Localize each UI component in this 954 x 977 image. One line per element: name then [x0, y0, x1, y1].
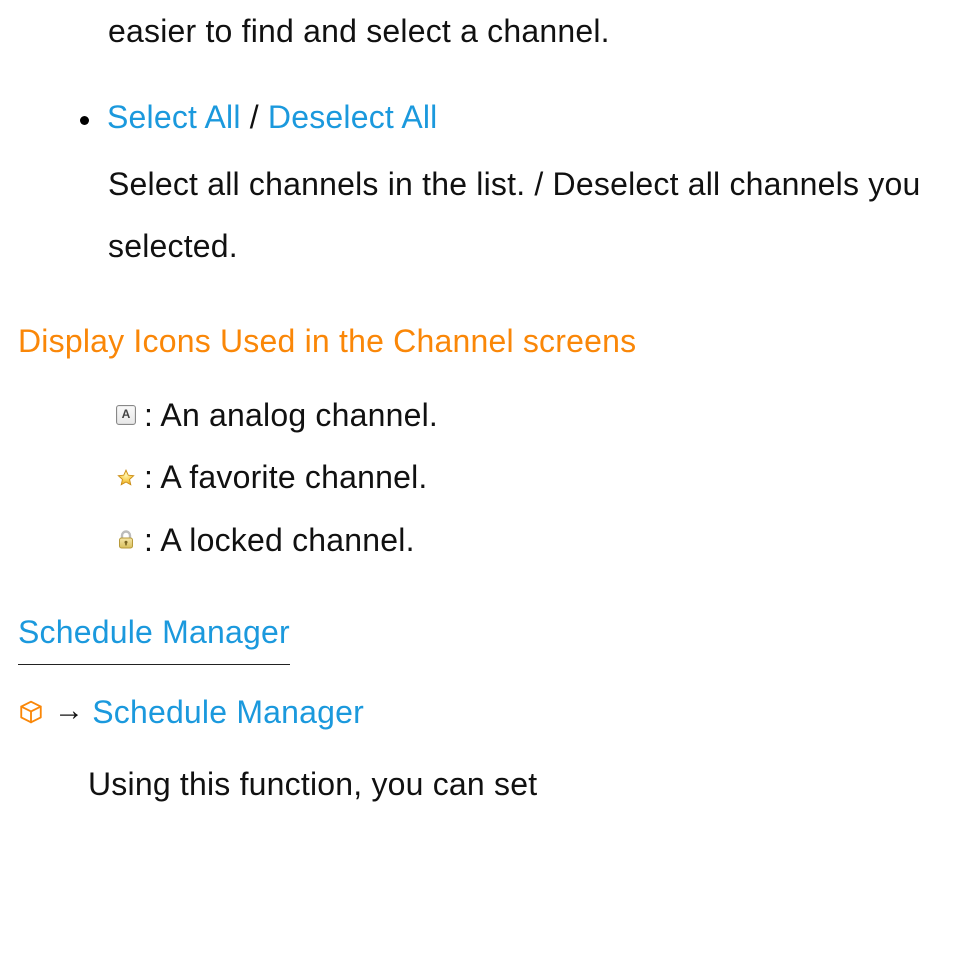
lock-icon	[114, 530, 138, 550]
legend-text: : A locked channel.	[144, 509, 415, 571]
section-heading-icons: Display Icons Used in the Channel screen…	[18, 310, 954, 372]
nav-path-schedule: → Schedule Manager	[18, 681, 954, 743]
heading-text: Display Icons Used in the Channel screen…	[18, 323, 636, 359]
legend-text: : A favorite channel.	[144, 446, 428, 508]
bullet-select-all-body: Select all channels in the list. / Desel…	[108, 153, 954, 278]
text: easier to find and select a channel.	[108, 13, 610, 49]
legend-row-locked: : A locked channel.	[114, 509, 954, 571]
title-text: Schedule Manager	[18, 601, 290, 664]
separator: /	[241, 99, 268, 135]
section-title-schedule: Schedule Manager	[18, 571, 954, 674]
analog-badge-icon: A	[114, 405, 138, 425]
badge-a: A	[116, 405, 136, 425]
legend-text: : An analog channel.	[144, 384, 438, 446]
star-icon	[114, 468, 138, 488]
legend-row-favorite: : A favorite channel.	[114, 446, 954, 508]
legend-row-analog: A : An analog channel.	[114, 384, 954, 446]
schedule-body-fragment: Using this function, you can set	[88, 753, 954, 815]
bullet-label-group: Select All / Deselect All	[107, 86, 438, 148]
label-select-all: Select All	[107, 99, 241, 135]
label-deselect-all: Deselect All	[268, 99, 438, 135]
text: Using this function, you can set	[88, 766, 537, 802]
bullet-icon	[80, 116, 89, 125]
arrow-icon: →	[54, 682, 84, 741]
cube-icon	[18, 699, 44, 725]
paragraph-fragment-top: easier to find and select a channel.	[108, 0, 954, 62]
nav-breadcrumb: Schedule Manager	[92, 681, 364, 743]
text: Select all channels in the list. / Desel…	[108, 166, 920, 264]
bullet-select-all: Select All / Deselect All	[80, 86, 954, 148]
